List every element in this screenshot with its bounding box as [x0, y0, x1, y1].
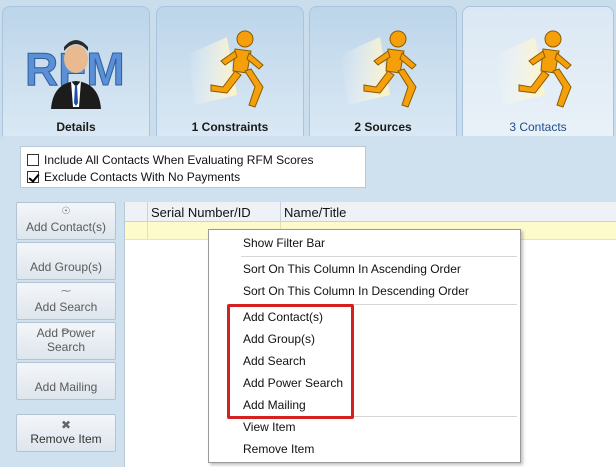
running-man-icon: [338, 25, 428, 118]
tab-details[interactable]: RFM Details: [2, 6, 150, 136]
add-power-search-button[interactable]: ⁓ Add Power Search: [16, 322, 116, 360]
menu-separator: [241, 256, 517, 257]
button-label: Remove Item: [30, 432, 102, 446]
running-man-icon: [185, 25, 275, 118]
highlight-annotation: [227, 304, 354, 419]
menu-item-view-item[interactable]: View Item: [243, 418, 295, 436]
column-separator[interactable]: [280, 202, 281, 222]
tab-label: 2 Sources: [354, 120, 412, 134]
remove-icon: ✖: [60, 418, 72, 432]
grid-header: Serial Number/ID Name/Title: [125, 202, 616, 222]
menu-item-show-filter-bar[interactable]: Show Filter Bar: [243, 234, 325, 252]
column-separator: [147, 222, 148, 240]
menu-item-sort-descending[interactable]: Sort On This Column In Descending Order: [243, 282, 469, 300]
add-groups-button[interactable]: Add Group(s): [16, 242, 116, 280]
column-separator[interactable]: [147, 202, 148, 222]
tab-label: 1 Constraints: [191, 120, 269, 134]
button-label: Add Group(s): [29, 260, 103, 274]
include-all-contacts-checkbox[interactable]: Include All Contacts When Evaluating RFM…: [27, 152, 313, 168]
running-man-icon: [493, 25, 583, 118]
button-label: Add Contact(s): [25, 220, 107, 234]
tab-label: 3 Contacts: [509, 120, 567, 134]
column-header-name[interactable]: Name/Title: [284, 205, 346, 220]
add-contact-icon: ☉: [61, 206, 71, 217]
button-label: Add Power Search: [36, 326, 96, 354]
checkbox-label: Exclude Contacts With No Payments: [44, 170, 241, 184]
wizard-tab-bar: RFM Details: [0, 0, 616, 140]
add-search-icon: ⁓: [61, 286, 71, 297]
rfm-logo-icon: RFM: [21, 29, 131, 112]
menu-item-sort-ascending[interactable]: Sort On This Column In Ascending Order: [243, 260, 461, 278]
menu-item-remove-item[interactable]: Remove Item: [243, 440, 314, 458]
checkbox-unchecked-icon[interactable]: [27, 154, 39, 166]
tab-constraints[interactable]: 1 Constraints: [156, 6, 304, 136]
add-mailing-button[interactable]: Add Mailing: [16, 362, 116, 400]
tab-contacts[interactable]: 3 Contacts: [462, 6, 614, 136]
exclude-no-payments-checkbox[interactable]: Exclude Contacts With No Payments: [27, 169, 240, 185]
options-group: Include All Contacts When Evaluating RFM…: [20, 146, 366, 188]
tab-label: Details: [56, 120, 96, 134]
checkbox-label: Include All Contacts When Evaluating RFM…: [44, 153, 314, 167]
context-menu: Show Filter Bar Sort On This Column In A…: [208, 229, 521, 463]
tab-sources[interactable]: 2 Sources: [309, 6, 457, 136]
column-header-serial[interactable]: Serial Number/ID: [151, 205, 251, 220]
checkbox-checked-icon[interactable]: [27, 171, 39, 183]
add-contacts-button[interactable]: ☉ Add Contact(s): [16, 202, 116, 240]
remove-item-button[interactable]: ✖ Remove Item: [16, 414, 116, 452]
button-label: Add Search: [34, 300, 98, 314]
button-label: Add Mailing: [34, 380, 98, 394]
add-search-button[interactable]: ⁓ Add Search: [16, 282, 116, 320]
